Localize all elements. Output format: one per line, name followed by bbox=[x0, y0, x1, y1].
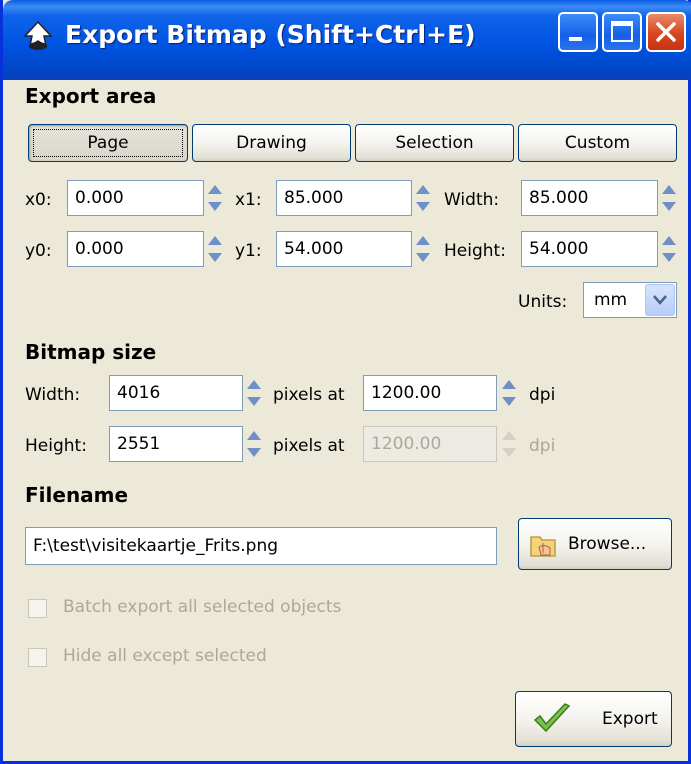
bitmap-width-label: Width: bbox=[25, 385, 81, 405]
export-button-label: Export bbox=[602, 709, 658, 729]
chevron-down-icon bbox=[653, 295, 667, 305]
focus-ring bbox=[33, 129, 183, 157]
browse-button-label: Browse... bbox=[568, 534, 647, 554]
bitmap-width-input[interactable]: 4016 bbox=[109, 375, 243, 411]
width-input[interactable]: 85.000 bbox=[521, 180, 658, 216]
batch-export-label: Batch export all selected objects bbox=[63, 597, 342, 617]
x0-spin-buttons[interactable] bbox=[205, 180, 225, 216]
drawing-button[interactable]: Drawing bbox=[192, 124, 351, 162]
dpi-input[interactable]: 1200.00 bbox=[363, 375, 497, 411]
close-button[interactable] bbox=[646, 12, 686, 52]
hide-except-label: Hide all except selected bbox=[63, 646, 267, 666]
selection-button[interactable]: Selection bbox=[355, 124, 514, 162]
drawing-button-label: Drawing bbox=[236, 133, 307, 153]
dpi-input-disabled: 1200.00 bbox=[363, 426, 497, 462]
filename-heading: Filename bbox=[25, 483, 129, 507]
y1-input[interactable]: 54.000 bbox=[276, 231, 412, 267]
units-value: mm bbox=[594, 290, 628, 310]
units-select[interactable]: mm bbox=[583, 282, 677, 318]
inkscape-app-icon bbox=[23, 20, 53, 50]
browse-button[interactable]: Browse... bbox=[518, 518, 672, 570]
batch-export-checkbox[interactable] bbox=[28, 599, 47, 618]
close-icon bbox=[656, 22, 676, 42]
height-spin-buttons[interactable] bbox=[659, 231, 679, 267]
bitmap-height-label: Height: bbox=[25, 436, 87, 456]
dpi-spin-buttons-disabled bbox=[502, 431, 516, 457]
width-spin-buttons[interactable] bbox=[659, 180, 679, 216]
page-button[interactable]: Page bbox=[28, 124, 188, 162]
height-input[interactable]: 54.000 bbox=[521, 231, 658, 267]
dpi-label-disabled: dpi bbox=[529, 436, 556, 456]
filename-input[interactable]: F:\test\visitekaartje_Frits.png bbox=[25, 527, 497, 565]
units-label: Units: bbox=[518, 292, 568, 312]
width-label: Width: bbox=[444, 190, 500, 210]
dpi-label: dpi bbox=[529, 385, 556, 405]
bitmap-size-heading: Bitmap size bbox=[25, 340, 157, 364]
checkmark-icon bbox=[533, 703, 571, 733]
custom-button-label: Custom bbox=[564, 133, 631, 153]
maximize-button[interactable] bbox=[602, 12, 642, 52]
x0-input[interactable]: 0.000 bbox=[67, 180, 204, 216]
minimize-icon bbox=[569, 37, 582, 41]
y0-spin-buttons[interactable] bbox=[205, 231, 225, 267]
hide-except-checkbox[interactable] bbox=[28, 648, 47, 667]
y1-label: y1: bbox=[235, 241, 262, 261]
minimize-button[interactable] bbox=[558, 12, 598, 52]
dpi-spin-buttons[interactable] bbox=[499, 375, 519, 411]
dropdown-arrow[interactable] bbox=[645, 284, 675, 316]
pixels-at-label-2: pixels at bbox=[273, 436, 345, 456]
x1-spin-buttons[interactable] bbox=[413, 180, 433, 216]
title-bar[interactable]: Export Bitmap (Shift+Ctrl+E) bbox=[3, 0, 691, 80]
export-bitmap-dialog: Export Bitmap (Shift+Ctrl+E) Export area… bbox=[0, 0, 691, 764]
y0-label: y0: bbox=[25, 241, 52, 261]
selection-button-label: Selection bbox=[395, 133, 474, 153]
y1-spin-buttons[interactable] bbox=[413, 231, 433, 267]
window-title: Export Bitmap (Shift+Ctrl+E) bbox=[65, 20, 476, 49]
bitmap-width-spin-buttons[interactable] bbox=[244, 375, 264, 411]
export-area-heading: Export area bbox=[25, 84, 157, 108]
bitmap-height-spin-buttons[interactable] bbox=[244, 426, 264, 462]
folder-icon bbox=[530, 536, 556, 557]
height-label: Height: bbox=[444, 241, 506, 261]
custom-button[interactable]: Custom bbox=[518, 124, 677, 162]
export-button[interactable]: Export bbox=[515, 691, 672, 747]
x1-label: x1: bbox=[235, 190, 262, 210]
x0-label: x0: bbox=[25, 190, 52, 210]
x1-input[interactable]: 85.000 bbox=[276, 180, 412, 216]
maximize-icon bbox=[611, 21, 633, 42]
bitmap-height-input[interactable]: 2551 bbox=[109, 426, 243, 462]
pixels-at-label: pixels at bbox=[273, 385, 345, 405]
y0-input[interactable]: 0.000 bbox=[67, 231, 204, 267]
